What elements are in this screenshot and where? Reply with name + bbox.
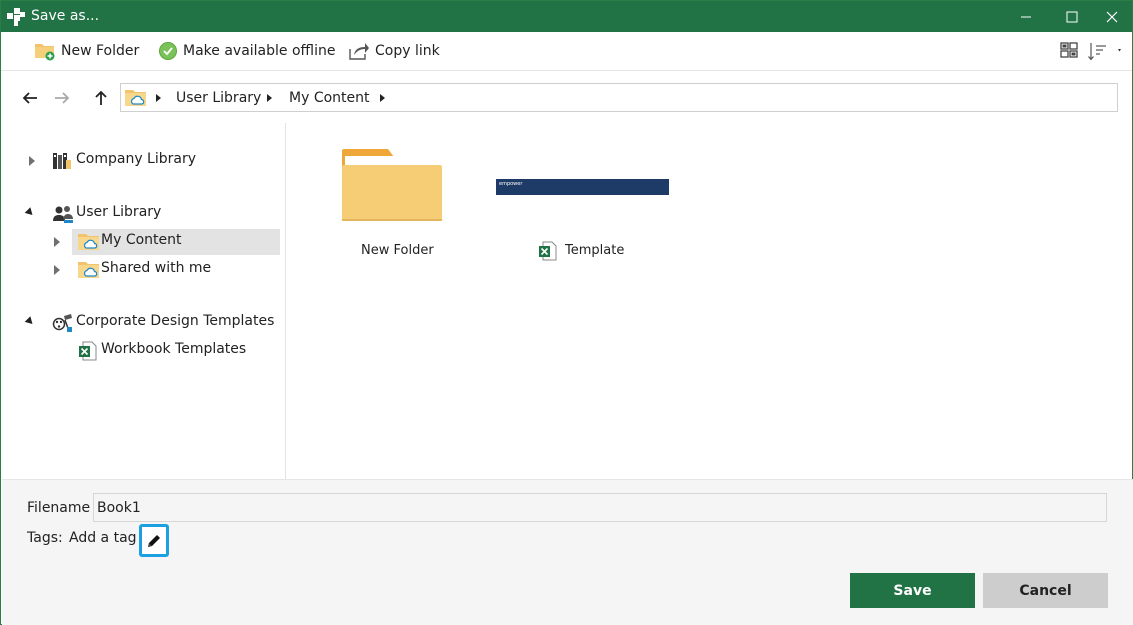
title-bar: Save as... xyxy=(1,1,1132,32)
share-arrow-icon xyxy=(349,43,369,60)
minimize-button[interactable] xyxy=(1003,1,1049,32)
collapse-arrow-icon[interactable] xyxy=(24,316,36,327)
copy-link-button[interactable]: Copy link xyxy=(348,40,440,62)
folder-tree: Company Library User Library My Content … xyxy=(2,123,286,479)
new-folder-button[interactable]: New Folder xyxy=(34,40,139,62)
collapse-arrow-icon[interactable] xyxy=(24,207,36,218)
toolbar: New Folder Make available offline Copy l… xyxy=(1,32,1132,71)
sort-icon[interactable] xyxy=(1088,41,1122,67)
make-offline-button[interactable]: Make available offline xyxy=(158,40,335,62)
user-library-icon xyxy=(52,204,74,228)
address-bar[interactable]: User Library My Content xyxy=(120,83,1118,112)
tree-item-label: My Content xyxy=(101,232,182,248)
edit-tag-button[interactable] xyxy=(139,524,169,557)
tree-item-user-library[interactable]: User Library xyxy=(2,201,284,227)
copy-link-label: Copy link xyxy=(375,43,440,59)
tree-item-my-content[interactable]: My Content xyxy=(54,229,280,257)
add-tag-placeholder[interactable]: Add a tag xyxy=(69,530,137,546)
excel-icon xyxy=(79,341,97,365)
cancel-button[interactable]: Cancel xyxy=(983,573,1108,608)
save-form: Filename Tags: Add a tag Save Cancel xyxy=(2,479,1133,625)
app-logo-icon xyxy=(7,8,25,26)
expand-arrow-icon[interactable] xyxy=(54,265,60,275)
window-title: Save as... xyxy=(31,8,100,24)
tree-item-corporate-design-templates[interactable]: Corporate Design Templates xyxy=(2,310,284,336)
tree-item-workbook-templates[interactable]: Workbook Templates xyxy=(72,338,280,364)
breadcrumb-my-content[interactable]: My Content xyxy=(289,90,370,106)
filename-label: Filename xyxy=(27,500,91,516)
tags-label: Tags: xyxy=(27,530,63,546)
tree-item-company-library[interactable]: Company Library xyxy=(2,148,284,174)
tree-item-label: Workbook Templates xyxy=(101,341,247,357)
company-library-icon xyxy=(52,151,72,175)
content-item-label: New Folder xyxy=(361,243,434,258)
tree-item-label: Corporate Design Templates xyxy=(76,313,275,329)
expand-arrow-icon[interactable] xyxy=(29,156,35,166)
forward-arrow-icon[interactable] xyxy=(52,88,72,108)
breadcrumb-separator-icon xyxy=(156,94,161,102)
breadcrumb-separator-icon xyxy=(267,94,272,102)
back-arrow-icon[interactable] xyxy=(20,88,40,108)
cloud-folder-icon xyxy=(77,231,101,257)
filename-input[interactable] xyxy=(93,493,1107,522)
cloud-folder-icon xyxy=(77,259,101,285)
make-offline-label: Make available offline xyxy=(183,43,336,59)
save-as-dialog: Save as... New Folder Make available off… xyxy=(0,0,1133,625)
new-folder-icon xyxy=(35,44,55,61)
corporate-templates-icon xyxy=(52,313,74,337)
content-pane: New Folder empower Template xyxy=(287,123,1132,479)
check-circle-icon xyxy=(159,42,177,60)
new-folder-label: New Folder xyxy=(61,43,140,59)
tree-item-label: User Library xyxy=(76,204,162,220)
breadcrumb-user-library[interactable]: User Library xyxy=(176,90,261,106)
tree-item-shared-with-me[interactable]: Shared with me xyxy=(54,257,280,285)
up-arrow-icon[interactable] xyxy=(91,88,111,108)
grid-view-icon[interactable] xyxy=(1060,42,1078,62)
close-button[interactable] xyxy=(1089,1,1133,32)
tree-item-label: Company Library xyxy=(76,151,197,167)
expand-arrow-icon[interactable] xyxy=(54,237,60,247)
template-thumbnail: empower xyxy=(496,179,669,195)
content-item-template[interactable]: empower Template xyxy=(487,141,687,271)
breadcrumb-separator-icon[interactable] xyxy=(380,94,385,102)
cloud-folder-icon xyxy=(124,87,148,113)
pencil-icon xyxy=(148,534,160,547)
folder-icon xyxy=(341,149,443,225)
save-button[interactable]: Save xyxy=(850,573,975,608)
excel-icon xyxy=(539,241,557,265)
content-item-new-folder[interactable]: New Folder xyxy=(327,141,467,271)
content-item-label: Template xyxy=(565,243,625,258)
tree-item-label: Shared with me xyxy=(101,260,212,276)
template-thumbnail-brand: empower xyxy=(499,181,523,187)
